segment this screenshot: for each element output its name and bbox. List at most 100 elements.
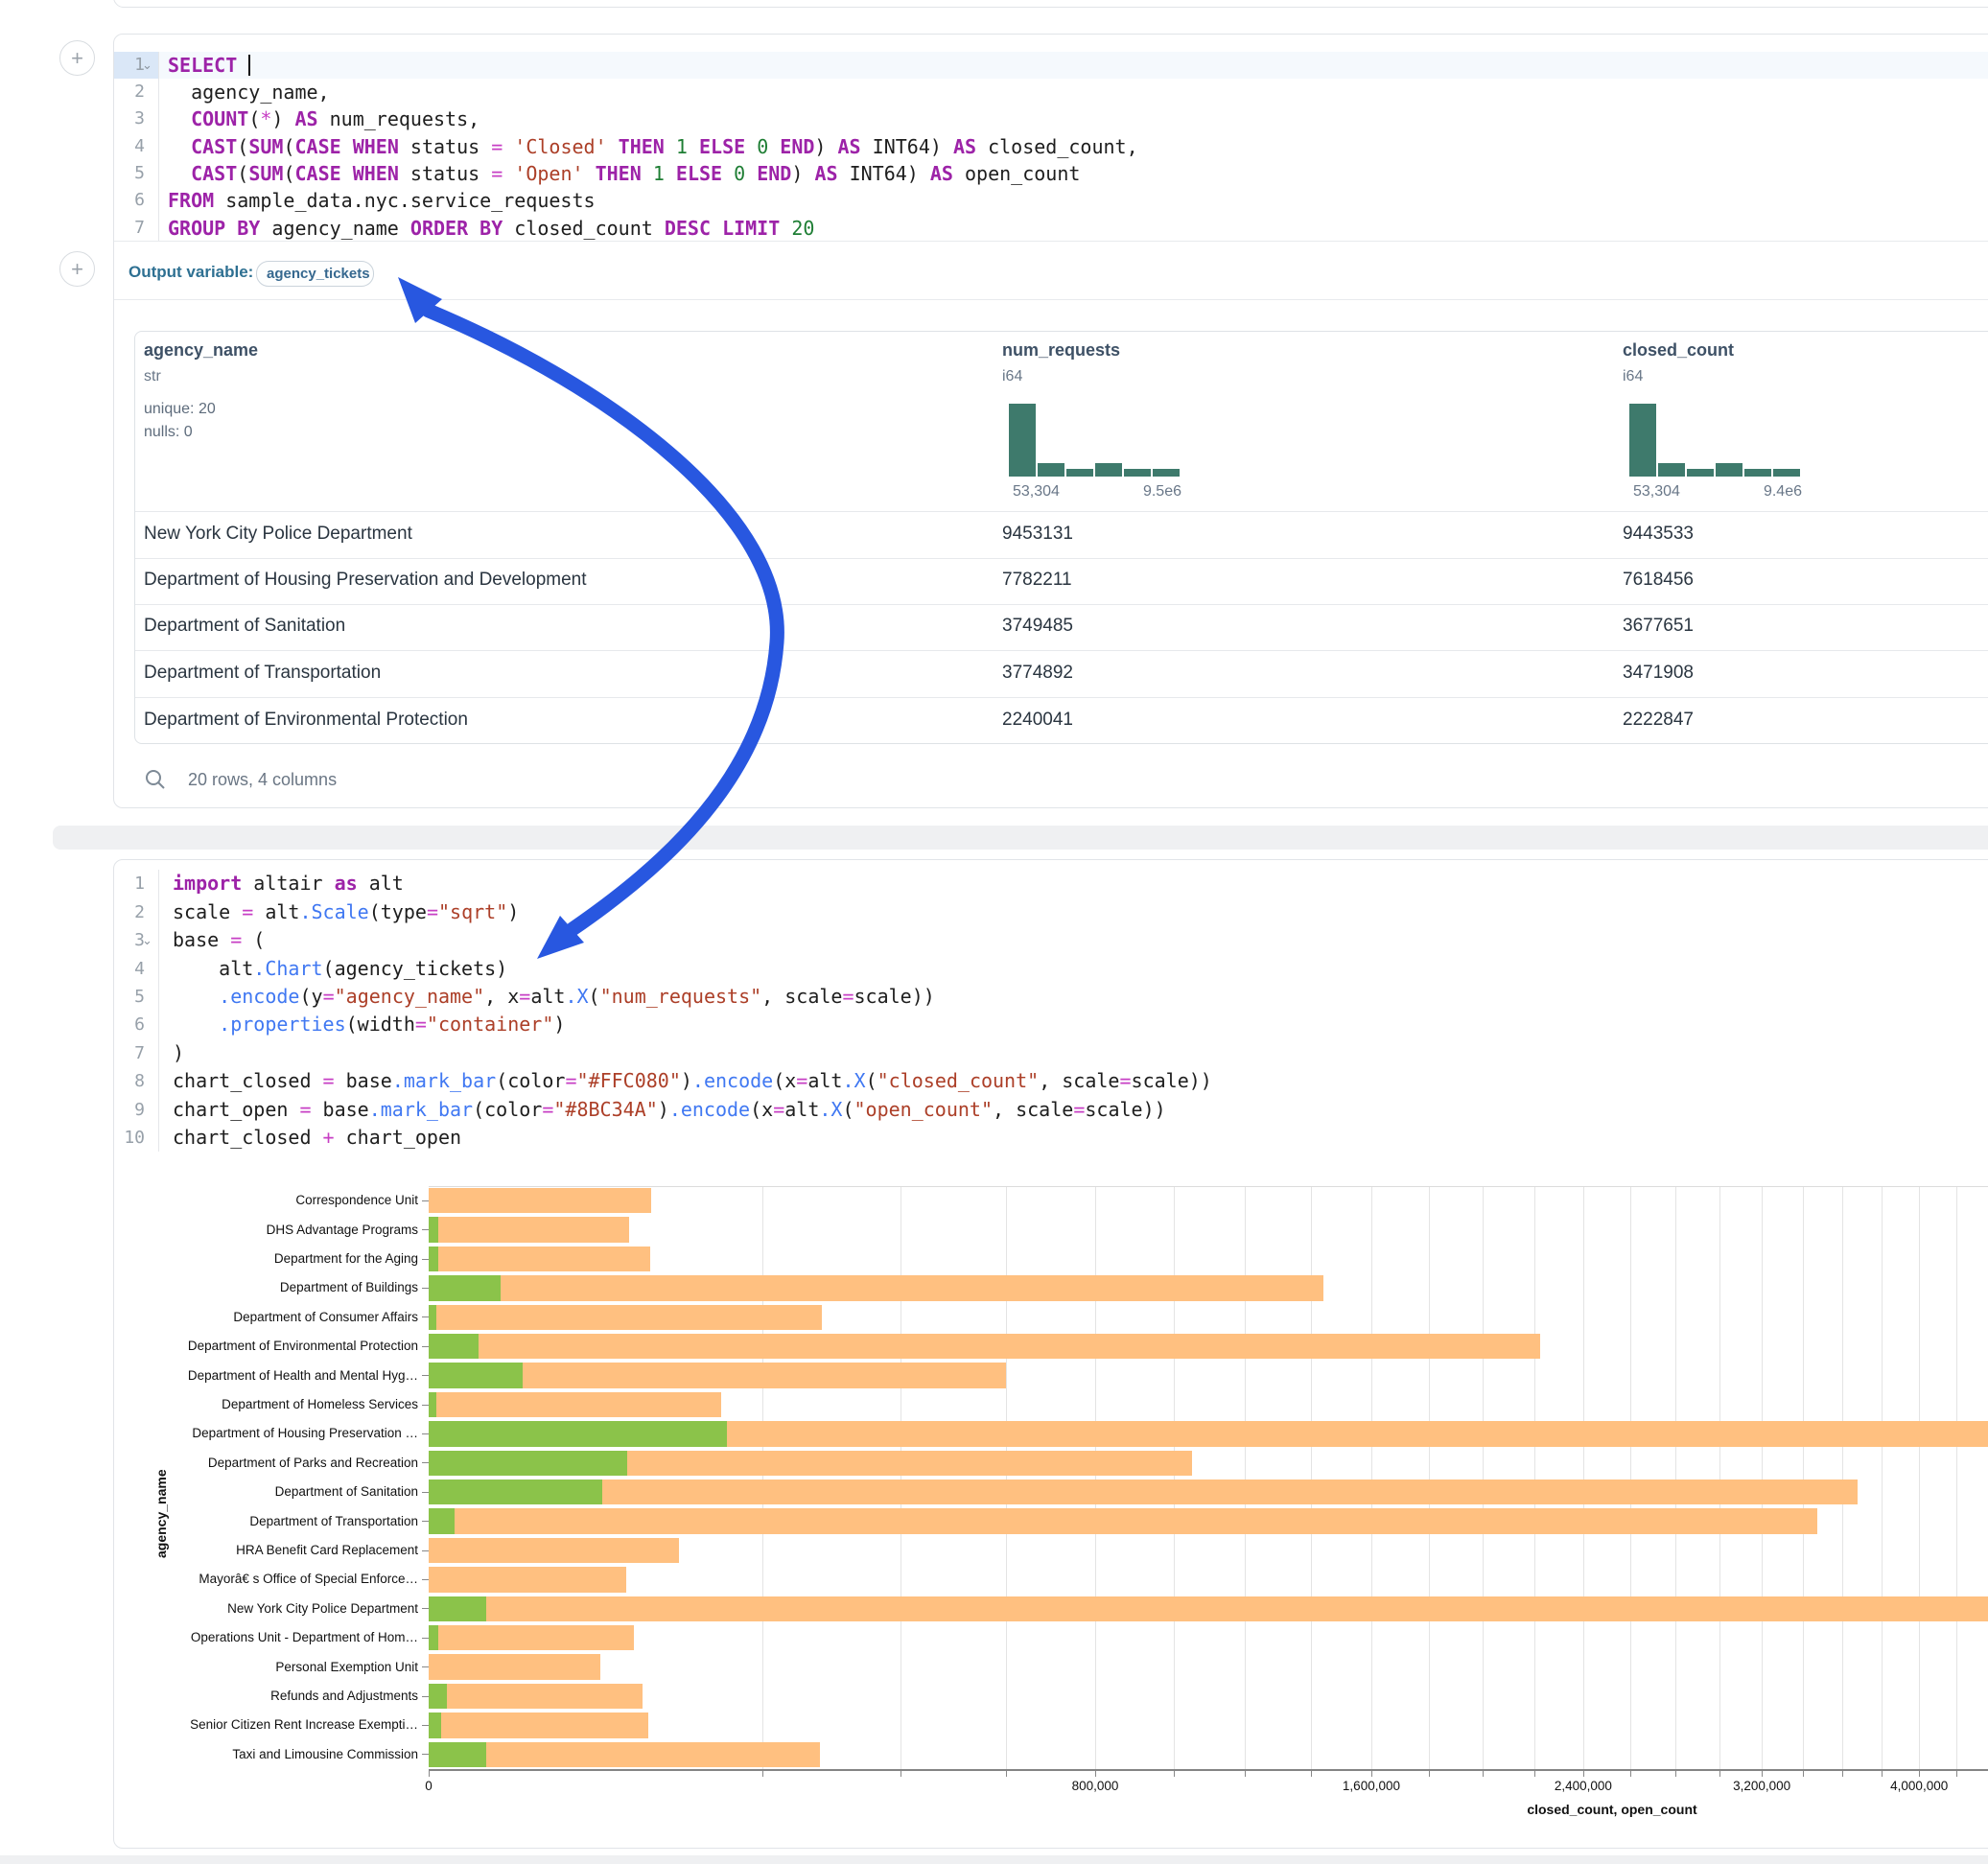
y-axis-label: Operations Unit - Department of Hom…	[111, 1630, 418, 1644]
y-axis-label: Department of Parks and Recreation	[111, 1456, 418, 1470]
y-axis-label: Taxi and Limousine Commission	[111, 1747, 418, 1761]
output-variable-pill[interactable]: agency_tickets	[256, 261, 374, 287]
y-axis-tick	[422, 1200, 429, 1201]
code-token: (y	[299, 985, 322, 1008]
sql-code-line[interactable]: COUNT(*) AS num_requests,	[168, 105, 479, 132]
code-token: .X	[819, 1098, 842, 1121]
code-token: CASE	[294, 135, 340, 158]
code-token	[168, 135, 191, 158]
code-token: (x	[750, 1098, 773, 1121]
x-axis-label: 3,200,000	[1704, 1779, 1819, 1793]
gridline	[1006, 1187, 1007, 1769]
py-code-line[interactable]: chart_closed + chart_open	[173, 1124, 461, 1152]
py-collapse-chevron-icon[interactable]: ⌄	[142, 926, 152, 954]
code-token: (x	[773, 1069, 796, 1092]
column-header[interactable]: agency_name	[144, 340, 258, 361]
histogram-bar	[1716, 463, 1742, 477]
py-code-line[interactable]: chart_open = base.mark_bar(color="#8BC34…	[173, 1096, 1166, 1124]
y-axis-tick	[422, 1550, 429, 1551]
histogram-bar	[1009, 404, 1036, 477]
code-token: =	[323, 1069, 335, 1092]
gridline	[1882, 1187, 1883, 1769]
y-axis-tick	[422, 1638, 429, 1639]
bar-open	[429, 1508, 455, 1533]
code-token: "#8BC34A"	[553, 1098, 657, 1121]
code-token: , scale	[761, 985, 842, 1008]
bar-closed	[429, 1392, 721, 1417]
bar-closed	[429, 1334, 1540, 1359]
sql-code-line[interactable]: FROM sample_data.nyc.service_requests	[168, 187, 596, 214]
code-token: BY	[479, 217, 503, 240]
code-token: )	[658, 1098, 669, 1121]
code-token: =	[542, 1098, 553, 1121]
py-code-line[interactable]: scale = alt.Scale(type="sqrt")	[173, 898, 519, 926]
code-token: SUM	[248, 135, 283, 158]
search-icon[interactable]	[144, 768, 167, 791]
code-token	[237, 54, 248, 77]
py-code-line[interactable]: import altair as alt	[173, 870, 404, 897]
x-axis-tick	[1429, 1771, 1430, 1777]
bar-closed	[429, 1625, 634, 1650]
code-token	[503, 162, 514, 185]
code-token: "agency_name"	[335, 985, 485, 1008]
code-token: chart_closed	[173, 1069, 323, 1092]
py-gutter-separator	[158, 870, 159, 1152]
code-token: (	[237, 162, 248, 185]
code-token: (agency_tickets)	[323, 957, 508, 980]
histogram-bar	[1038, 463, 1064, 477]
code-token: =	[427, 900, 438, 923]
code-token	[468, 217, 479, 240]
x-axis-label: 4,000,000	[1861, 1779, 1976, 1793]
code-token	[665, 135, 676, 158]
code-token: chart_open	[335, 1126, 461, 1149]
code-token	[173, 1013, 219, 1036]
gridline	[762, 1187, 763, 1769]
py-line-number: 7	[113, 1039, 145, 1067]
x-axis-label: 0	[371, 1779, 486, 1793]
gridline	[1534, 1187, 1535, 1769]
code-token: )	[173, 1041, 184, 1064]
sql-code-line[interactable]: agency_name,	[168, 79, 330, 105]
text-cursor	[248, 55, 250, 76]
gridline	[1919, 1187, 1920, 1769]
code-token: (	[237, 135, 248, 158]
py-code-line[interactable]: alt.Chart(agency_tickets)	[173, 955, 507, 983]
y-axis-label: Senior Citizen Rent Increase Exempti…	[111, 1717, 418, 1732]
py-code-line[interactable]: chart_closed = base.mark_bar(color="#FFC…	[173, 1067, 1212, 1095]
y-axis-tick	[422, 1462, 429, 1463]
py-line-number: 6	[113, 1011, 145, 1038]
y-axis-label: Mayorâ€ s Office of Special Enforce…	[111, 1572, 418, 1586]
code-token: .mark_bar	[369, 1098, 473, 1121]
py-code-line[interactable]: .encode(y="agency_name", x=alt.X("num_re…	[173, 983, 935, 1011]
code-token: .encode	[692, 1069, 773, 1092]
sql-code-line[interactable]: CAST(SUM(CASE WHEN status = 'Closed' THE…	[168, 133, 1138, 160]
gridline	[1675, 1187, 1676, 1769]
column-header[interactable]: closed_count	[1623, 340, 1734, 361]
output-row-divider	[114, 299, 1988, 300]
code-token: )	[271, 107, 294, 130]
y-axis-label: Department of Consumer Affairs	[111, 1310, 418, 1324]
x-axis-tick	[1719, 1771, 1720, 1777]
code-token: END	[780, 135, 814, 158]
py-code-line[interactable]: )	[173, 1039, 184, 1067]
sql-code-line[interactable]: CAST(SUM(CASE WHEN status = 'Open' THEN …	[168, 160, 1080, 187]
py-code-line[interactable]: .properties(width="container")	[173, 1011, 565, 1038]
code-token: =	[1073, 1098, 1085, 1121]
bar-closed	[429, 1305, 822, 1330]
code-token: END	[757, 162, 791, 185]
sql-collapse-chevron-icon[interactable]: ⌄	[142, 52, 152, 79]
column-header[interactable]: num_requests	[1002, 340, 1120, 361]
py-code-line[interactable]: base = (	[173, 926, 265, 954]
x-axis-tick	[1956, 1771, 1957, 1777]
sql-code-line[interactable]: SELECT	[168, 52, 250, 79]
code-token: (	[866, 1069, 877, 1092]
sql-line-number: 7	[113, 215, 145, 242]
bar-open	[429, 1247, 438, 1271]
code-token: AS	[295, 107, 318, 130]
bar-closed	[429, 1538, 679, 1563]
sql-code-line[interactable]: GROUP BY agency_name ORDER BY closed_cou…	[168, 215, 814, 242]
bar-open	[429, 1625, 438, 1650]
column-stat: nulls: 0	[144, 424, 193, 441]
code-token	[341, 135, 353, 158]
py-line-number: 1	[113, 870, 145, 897]
